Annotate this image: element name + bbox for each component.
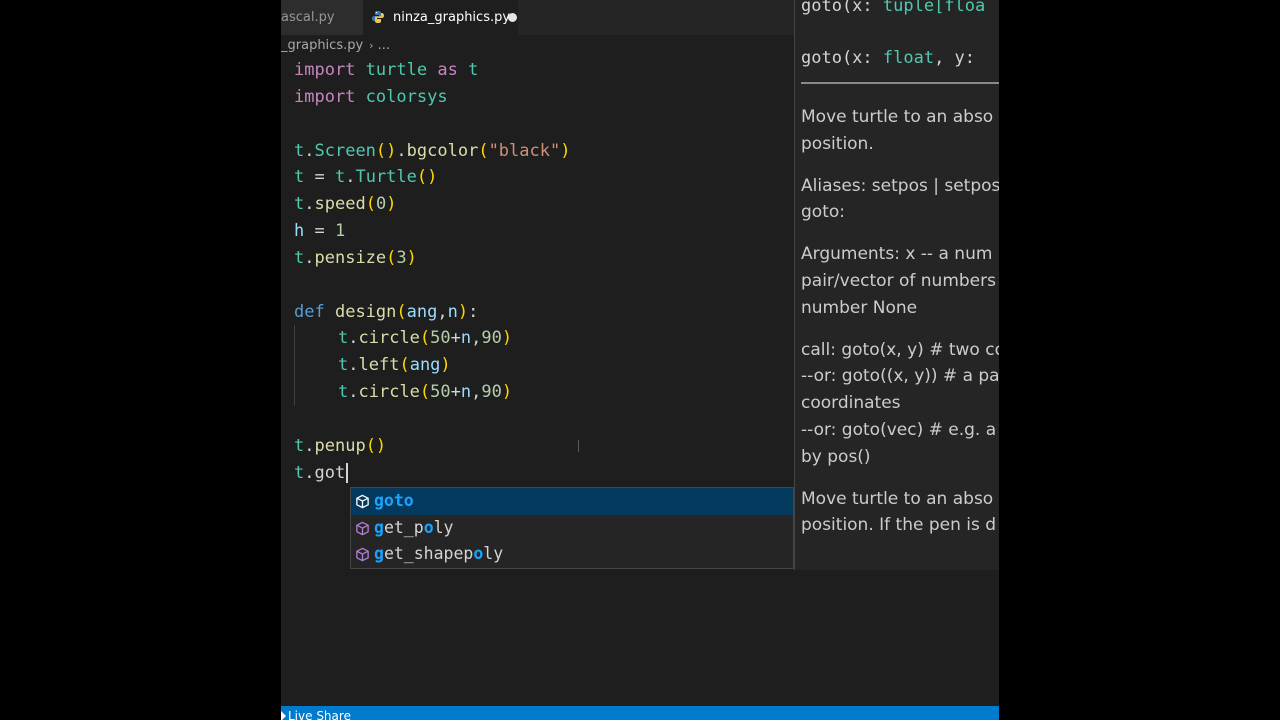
unsaved-dot-icon[interactable] (508, 13, 517, 22)
tab-label: ninza_graphics.py (393, 10, 511, 25)
doc-paragraph: Move turtle to an abso position. If the … (801, 488, 997, 536)
signature-line: goto(x: tuple[floa (801, 0, 986, 16)
code-line-current[interactable]: t.got (294, 460, 794, 487)
divider (801, 82, 999, 84)
live-share-button[interactable]: Live Share (288, 706, 351, 720)
status-bar: Live Share (281, 706, 999, 720)
code-line: t.Screen().bgcolor("black") (294, 140, 571, 161)
code-line: t = t.Turtle() (294, 167, 438, 188)
documentation-text: Move turtle to an abso position. Aliases… (801, 104, 999, 554)
breadcrumb: _graphics.py ›... (281, 35, 390, 57)
method-cube-icon (356, 494, 369, 509)
autocomplete-list[interactable]: goto get_poly get_shapepoly (350, 487, 794, 569)
doc-paragraph: call: goto(x, y) # two co --or: goto((x,… (801, 339, 999, 467)
indent-guide (294, 325, 295, 353)
suggestion-goto[interactable]: goto (351, 488, 793, 515)
tab-label: ascal.py (281, 10, 335, 25)
code-line: t.penup() (294, 435, 387, 456)
code-line: t.left(ang) (294, 352, 794, 380)
indent-guide (294, 379, 295, 406)
signature-line: goto(x: float, y: (801, 48, 976, 68)
breadcrumb-file[interactable]: _graphics.py (281, 38, 363, 53)
code-line: t.circle(50+n,90) (294, 379, 794, 406)
suggestion-details-panel[interactable]: goto(x: tuple[floa goto(x: float, y: Mov… (794, 0, 999, 570)
method-cube-icon (356, 521, 369, 535)
code-area[interactable]: import turtle as t import colorsys t.Scr… (294, 57, 794, 487)
code-line: t.speed(0) (294, 194, 397, 215)
chevron-right-icon: › (369, 39, 374, 52)
mouse-ibeam-icon (578, 440, 579, 452)
code-line: h = 1 (294, 221, 346, 242)
doc-paragraph: Arguments: x -- a num pair/vector of num… (801, 244, 996, 318)
doc-paragraph: Move turtle to an abso position. (801, 107, 994, 154)
breadcrumb-symbol[interactable]: ... (378, 38, 390, 53)
method-cube-icon (356, 547, 369, 562)
suggestion-label: get_poly (374, 517, 454, 537)
doc-paragraph: Aliases: setpos | setpos goto: (801, 175, 999, 223)
suggestion-label: get_shapepoly (374, 544, 504, 563)
tab-ninza-graphics-py[interactable]: ninza_graphics.py (363, 0, 518, 35)
live-share-arrow-icon[interactable] (281, 711, 286, 720)
code-line: import turtle as t (294, 60, 479, 80)
editor-window: ascal.py ninza_graphics.py _graphics.py ›… (281, 0, 999, 720)
code-line: def design(ang,n): (294, 301, 479, 322)
suggestion-get-poly[interactable]: get_poly (351, 515, 793, 542)
tab-pascal-py[interactable]: ascal.py (281, 0, 363, 35)
indent-guide (294, 352, 295, 380)
code-line: t.circle(50+n,90) (294, 325, 794, 353)
python-file-icon (372, 11, 384, 23)
tab-bar: ascal.py ninza_graphics.py (281, 0, 794, 35)
code-line: import colorsys (294, 86, 448, 107)
text-cursor (346, 462, 349, 483)
suggestion-get-shapepoly[interactable]: get_shapepoly (351, 541, 793, 568)
code-line: t.pensize(3) (294, 247, 417, 268)
suggestion-label: goto (374, 491, 414, 510)
